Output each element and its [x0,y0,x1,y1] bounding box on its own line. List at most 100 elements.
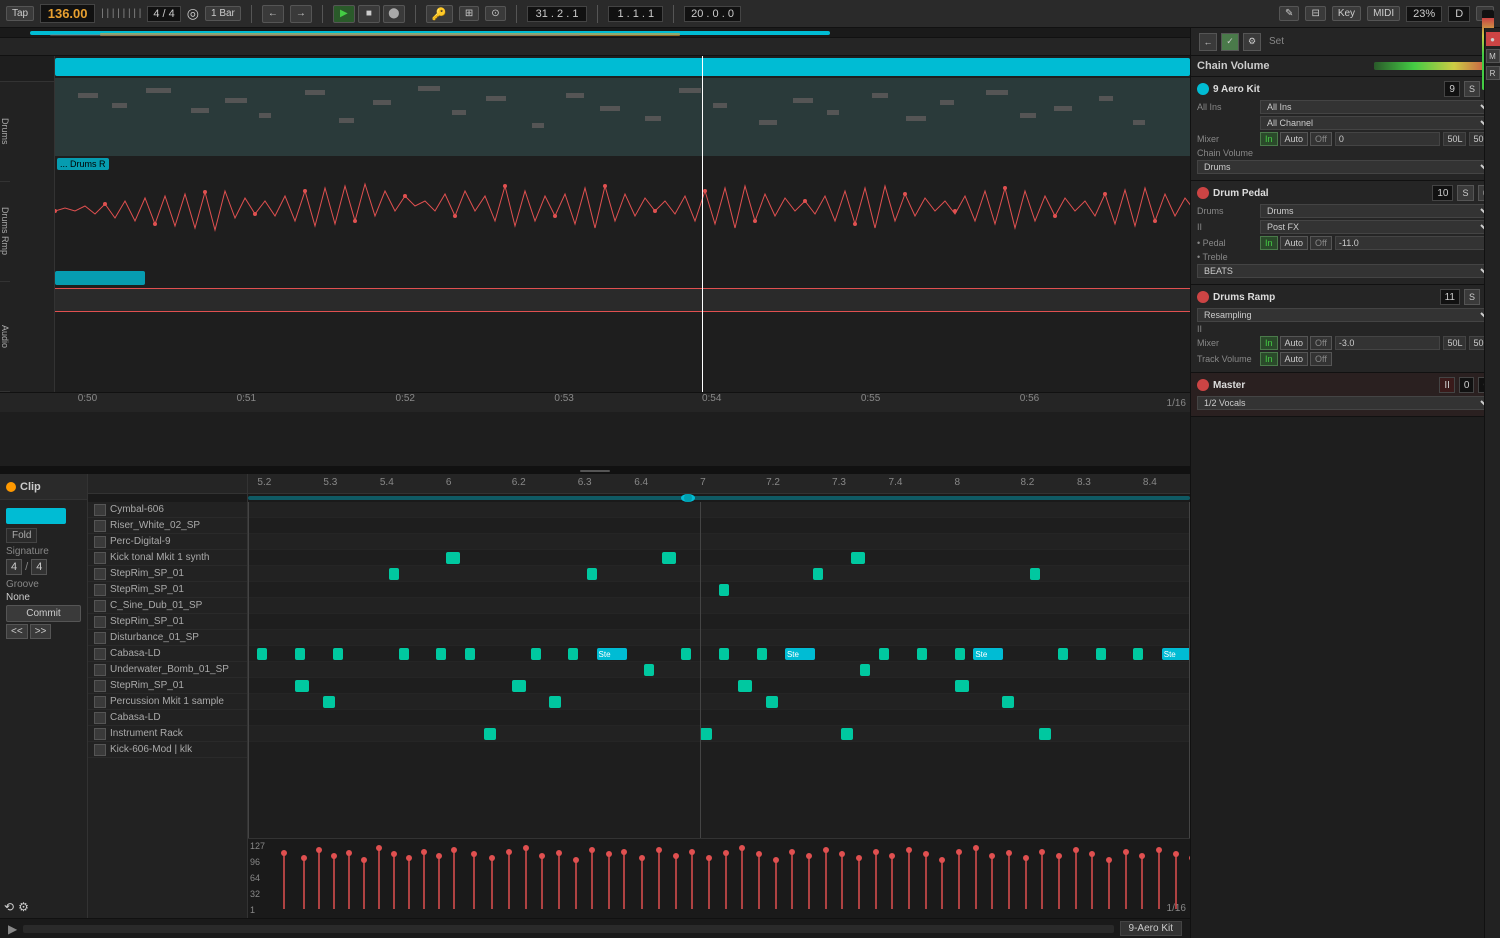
note-r3-2[interactable] [662,552,676,564]
note-r4-1[interactable] [389,568,399,580]
note-r9-ste4[interactable]: Ste [1162,648,1190,660]
pedal-auto-btn[interactable]: Auto [1280,236,1309,250]
note-r9-16[interactable] [1133,648,1143,660]
note-r9-15[interactable] [1096,648,1106,660]
aero-channel-select[interactable]: All Channel [1260,116,1494,130]
aero-sub-select[interactable]: Drums [1197,160,1494,174]
nav-right-btn[interactable]: >> [30,624,52,639]
drum-name-steprim3[interactable]: StepRim_SP_01 [88,614,247,630]
master-num[interactable]: II [1439,377,1455,393]
note-r9-ste2[interactable]: Ste [785,648,815,660]
aero-off-btn[interactable]: Off [1310,132,1332,146]
clip-color-bar[interactable] [6,508,66,524]
aero-input-select[interactable]: All Ins [1260,100,1494,114]
note-r11-3[interactable] [738,680,752,692]
forward-btn[interactable]: → [290,5,312,23]
fold-btn[interactable]: Fold [6,528,37,543]
ramp-off-btn[interactable]: Off [1310,336,1332,350]
master-vol[interactable]: 0 [1459,377,1475,393]
script-btn[interactable]: 🔑 [426,5,453,23]
bottom-progress[interactable] [23,925,1113,933]
loop-scroll-area[interactable] [248,494,1190,502]
drum-name-kick[interactable]: Kick tonal Mkit 1 synth [88,550,247,566]
drum-name-percussion[interactable]: Percussion Mkit 1 sample [88,694,247,710]
d-display[interactable]: D [1448,6,1470,22]
pedal-input-select[interactable]: Drums [1260,204,1494,218]
ramp-track-off-btn[interactable]: Off [1310,352,1332,366]
note-r9-5[interactable] [465,648,475,660]
note-r4-3[interactable] [813,568,823,580]
drum-name-steprim1[interactable]: StepRim_SP_01 [88,566,247,582]
note-r12-1[interactable] [323,696,335,708]
pedal-sub-select[interactable]: BEATS [1197,264,1494,278]
track2-waveform[interactable]: ... Drums R [55,156,1190,266]
note-r14-3[interactable] [841,728,853,740]
ramp-vol-val[interactable]: -3.0 [1335,336,1441,350]
sig-den[interactable]: 4 [31,559,47,575]
note-r10-2[interactable] [860,664,870,676]
note-r11-2[interactable] [512,680,526,692]
bottom-play-btn[interactable]: ▶ [8,922,17,936]
zoom-display[interactable]: 23% [1406,6,1442,22]
settings-icon[interactable]: ⚙ [18,900,29,914]
note-r9-8[interactable] [681,648,691,660]
drum-name-csine[interactable]: C_Sine_Dub_01_SP [88,598,247,614]
note-r9-3[interactable] [399,648,409,660]
pedal-in-btn[interactable]: In [1260,236,1278,250]
note-r9-ste3[interactable]: Ste [973,648,1003,660]
drum-name-perc[interactable]: Perc-Digital-9 [88,534,247,550]
note-r9-14[interactable] [1058,648,1068,660]
mixer-active-btn[interactable]: ✓ [1221,33,1239,51]
midi-bg[interactable] [55,78,1190,156]
aero-vol-val[interactable]: 0 [1335,132,1441,146]
note-r3-3[interactable] [851,552,865,564]
pedal-vol-val[interactable]: -11.0 [1335,236,1494,250]
mixer-settings-btn[interactable]: ⚙ [1243,33,1261,51]
drum-name-cabasa2[interactable]: Cabasa-LD [88,710,247,726]
edge-btn-1[interactable]: ● [1486,32,1500,46]
nav-left-btn[interactable]: << [6,624,28,639]
edge-btn-3[interactable]: R [1486,66,1500,80]
note-r14-1[interactable] [484,728,496,740]
note-r9-4[interactable] [436,648,446,660]
time-display[interactable]: 1 . 1 . 1 [608,6,663,22]
cyan-clip[interactable] [55,58,1190,76]
note-r9-1[interactable] [295,648,305,660]
grid-btn[interactable]: ⊞ [459,6,479,21]
bar-dropdown[interactable]: 1 Bar [205,6,241,21]
drum-name-underwater[interactable]: Underwater_Bomb_01_SP [88,662,247,678]
drum-name-riser[interactable]: Riser_White_02_SP [88,518,247,534]
commit-btn[interactable]: Commit [6,605,81,622]
note-r9-6[interactable] [531,648,541,660]
note-r4-4[interactable] [1030,568,1040,580]
aero-auto-btn[interactable]: Auto [1280,132,1309,146]
note-r9-13[interactable] [955,648,965,660]
pedal-fx-select[interactable]: Post FX [1260,220,1494,234]
note-r12-2[interactable] [549,696,561,708]
note-r9-11[interactable] [879,648,889,660]
note-r14-2[interactable] [700,728,712,740]
drum-name-steprim2[interactable]: StepRim_SP_01 [88,582,247,598]
drum-name-kick606[interactable]: Kick-606-Mod | klk [88,742,247,758]
ramp-input-select[interactable]: Resampling [1197,308,1494,322]
ramp-track-auto-btn[interactable]: Auto [1280,352,1309,366]
sig-num[interactable]: 4 [6,559,22,575]
ramp-auto-btn[interactable]: Auto [1280,336,1309,350]
master-io-select[interactable]: 1/2 Vocals [1197,396,1494,410]
sig-display[interactable]: 4 / 4 [147,6,180,22]
pedal-s-btn[interactable]: S [1457,185,1473,201]
aero-send-l[interactable]: 50L [1443,132,1466,146]
loop-indicator[interactable]: ◎ [187,5,199,22]
back-btn[interactable]: ← [262,5,284,23]
rec-btn[interactable]: ⬤ [383,5,405,23]
aero-in-btn[interactable]: In [1260,132,1278,146]
key-btn[interactable]: Key [1332,6,1361,21]
drums-ramp-clip[interactable] [55,271,145,285]
note-r9-ste1[interactable]: Ste [597,648,627,660]
ramp-in-btn[interactable]: In [1260,336,1278,350]
drum-name-cymbal[interactable]: Cymbal-606 [88,502,247,518]
edge-btn-2[interactable]: M [1486,49,1500,63]
drum-name-steprim4[interactable]: StepRim_SP_01 [88,678,247,694]
note-r9-12[interactable] [917,648,927,660]
loop-icon[interactable]: ⟲ [4,900,14,914]
